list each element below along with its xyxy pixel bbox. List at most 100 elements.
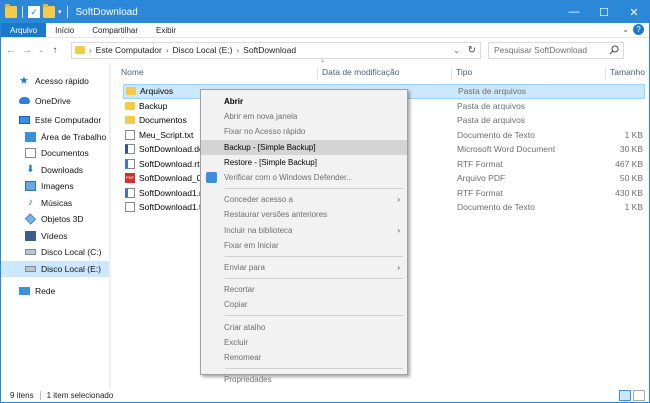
sidebar-item-acesso-rapido[interactable]: ★ Acesso rápido xyxy=(1,73,111,90)
column-tipo[interactable]: Tipo xyxy=(451,67,472,80)
sidebar-item-musicas[interactable]: ♪ Músicas xyxy=(1,195,111,212)
column-tamanho[interactable]: Tamanho xyxy=(605,67,645,80)
maximize-icon: ☐ xyxy=(599,6,609,19)
search-input[interactable]: Pesquisar SoftDownload xyxy=(488,41,624,59)
folder-icon xyxy=(5,4,17,18)
text-file-icon xyxy=(125,129,135,140)
menu-divider xyxy=(225,278,403,280)
sidebar-item-disco-local-c[interactable]: Disco Local (C:) xyxy=(1,244,111,261)
chevron-down-icon[interactable]: ⌄ xyxy=(622,25,629,34)
menu-item-recortar[interactable]: Recortar xyxy=(201,282,407,297)
maximize-button[interactable]: ☐ xyxy=(589,1,619,23)
tab-compartilhar[interactable]: Compartilhar xyxy=(83,23,147,37)
sidebar-item-rede[interactable]: Rede xyxy=(1,283,111,300)
cube-icon xyxy=(24,213,37,225)
column-data-modificacao[interactable]: Data de modificação xyxy=(317,67,400,80)
sidebar-item-downloads[interactable]: ⬇ Downloads xyxy=(1,162,111,179)
menu-item-fixar-acesso-rapido[interactable]: Fixar no Acesso rápido xyxy=(201,124,407,139)
address-bar[interactable]: › Este Computador › Disco Local (E:) › S… xyxy=(71,41,481,59)
properties-icon[interactable]: ✓ xyxy=(28,6,40,18)
breadcrumb-disco-local-e[interactable]: Disco Local (E:) xyxy=(173,45,233,55)
selection-count: 1 item selecionado xyxy=(46,390,114,400)
sidebar-item-disco-local-e[interactable]: Disco Local (E:) xyxy=(1,260,111,277)
menu-divider xyxy=(225,255,403,257)
rtf-file-icon xyxy=(125,158,135,169)
pictures-icon xyxy=(25,181,36,192)
explorer-window: ✓ ▾ SoftDownload — ☐ ✕ Arquivo Início Co… xyxy=(0,0,650,403)
sort-up-icon: ^ xyxy=(321,60,325,67)
tab-exibir[interactable]: Exibir xyxy=(147,23,185,37)
sidebar-item-objetos-3d[interactable]: Objetos 3D xyxy=(1,211,111,228)
folder-icon xyxy=(126,87,136,96)
menu-item-renomear[interactable]: Renomear xyxy=(201,350,407,365)
quick-access-toolbar: ✓ ▾ xyxy=(1,4,70,18)
forward-arrow-icon[interactable]: → xyxy=(21,45,33,56)
folder-icon xyxy=(75,46,85,54)
rtf-file-icon xyxy=(125,187,135,198)
folder-icon xyxy=(125,101,135,110)
back-arrow-icon[interactable]: ← xyxy=(5,45,17,56)
defender-icon xyxy=(206,172,217,184)
download-icon: ⬇ xyxy=(26,163,35,175)
breadcrumb-este-computador[interactable]: Este Computador xyxy=(96,45,162,55)
menu-item-restaurar-versoes[interactable]: Restaurar versões anteriores xyxy=(201,207,407,222)
details-view-icon[interactable] xyxy=(619,390,631,401)
menu-item-abrir[interactable]: Abrir xyxy=(201,94,407,109)
sidebar-item-area-de-trabalho[interactable]: Área de Trabalho xyxy=(1,129,111,146)
star-icon: ★ xyxy=(19,75,29,88)
network-icon xyxy=(19,287,30,296)
new-folder-icon[interactable] xyxy=(43,4,55,18)
title-bar: ✓ ▾ SoftDownload — ☐ ✕ xyxy=(1,1,649,23)
recent-locations-icon[interactable]: ⌄ xyxy=(37,46,45,54)
close-icon: ✕ xyxy=(629,6,639,19)
drive-icon xyxy=(25,249,36,256)
search-icon xyxy=(609,45,619,54)
menu-item-fixar-iniciar[interactable]: Fixar em Iniciar xyxy=(201,238,407,253)
menu-item-copiar[interactable]: Copiar xyxy=(201,297,407,312)
chevron-right-icon: › xyxy=(397,195,400,205)
search-placeholder: Pesquisar SoftDownload xyxy=(494,45,588,55)
menu-item-incluir-biblioteca[interactable]: Incluir na biblioteca › xyxy=(201,223,407,238)
minimize-button[interactable]: — xyxy=(559,1,589,23)
customize-toolbar-icon[interactable]: ▾ xyxy=(58,8,62,16)
menu-item-restore-simple-backup[interactable]: Restore - [Simple Backup] xyxy=(201,155,407,170)
menu-item-abrir-nova-janela[interactable]: Abrir em nova janela xyxy=(201,109,407,124)
sidebar-item-imagens[interactable]: Imagens xyxy=(1,178,111,195)
menu-item-verificar-windows-defender[interactable]: Verificar com o Windows Defender... xyxy=(201,170,407,185)
sidebar-item-documentos[interactable]: Documentos xyxy=(1,145,111,162)
menu-item-criar-atalho[interactable]: Criar atalho xyxy=(201,319,407,334)
menu-divider xyxy=(225,315,403,317)
menu-item-conceder-acesso[interactable]: Conceder acesso a › xyxy=(201,192,407,207)
large-icons-view-icon[interactable] xyxy=(633,390,645,401)
menu-divider xyxy=(225,188,403,190)
navigation-pane: ★ Acesso rápido OneDrive Este Computador … xyxy=(1,63,111,388)
computer-icon xyxy=(19,116,30,125)
sidebar-item-este-computador[interactable]: Este Computador xyxy=(1,112,111,129)
menu-item-excluir[interactable]: Excluir xyxy=(201,335,407,350)
minimize-icon: — xyxy=(568,6,580,18)
chevron-right-icon: › xyxy=(397,262,400,272)
refresh-icon[interactable]: ↻ xyxy=(468,45,476,56)
close-button[interactable]: ✕ xyxy=(619,1,649,23)
pdf-file-icon: PDF xyxy=(125,173,135,184)
up-arrow-icon[interactable]: ↑ xyxy=(49,45,61,56)
menu-item-backup-simple-backup[interactable]: Backup - [Simple Backup] xyxy=(201,139,407,155)
sidebar-item-videos[interactable]: Vídeos xyxy=(1,228,111,245)
music-icon: ♪ xyxy=(28,196,33,208)
sidebar-item-onedrive[interactable]: OneDrive xyxy=(1,93,111,110)
text-file-icon xyxy=(125,202,135,213)
menu-item-propriedades[interactable]: Propriedades xyxy=(201,372,407,387)
video-icon xyxy=(25,230,36,241)
column-nome[interactable]: Nome xyxy=(117,67,144,80)
status-bar: 9 itens 1 item selecionado xyxy=(1,388,649,402)
word-file-icon xyxy=(125,144,135,155)
tab-inicio[interactable]: Início xyxy=(46,23,83,37)
breadcrumb-softdownload[interactable]: SoftDownload xyxy=(243,45,296,55)
cloud-icon xyxy=(19,97,30,105)
drive-icon xyxy=(25,265,36,272)
tab-arquivo[interactable]: Arquivo xyxy=(1,23,47,37)
menu-item-enviar-para[interactable]: Enviar para › xyxy=(201,260,407,275)
help-icon[interactable]: ? xyxy=(633,24,644,35)
address-row: ← → ⌄ ↑ › Este Computador › Disco Local … xyxy=(1,38,649,62)
address-dropdown-icon[interactable]: ⌄ xyxy=(453,46,460,55)
